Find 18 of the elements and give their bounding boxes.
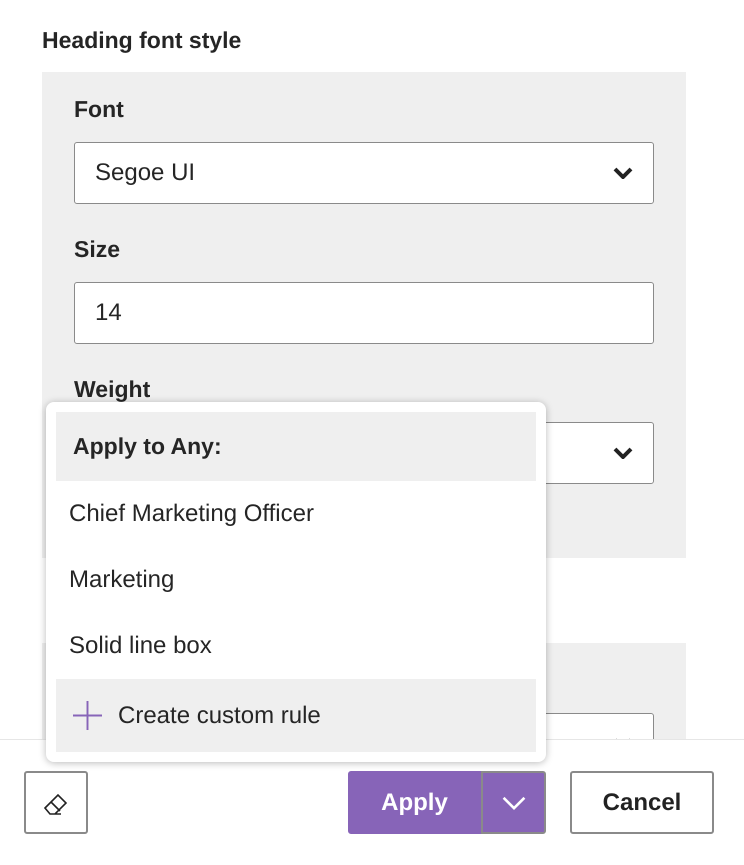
dropdown-field[interactable]: Segoe UI	[74, 142, 654, 204]
apply-options-button[interactable]	[481, 771, 546, 834]
chevron-down-icon	[613, 167, 633, 179]
menu-item[interactable]: Marketing	[56, 547, 536, 613]
section-heading: Heading font style	[42, 26, 242, 55]
chevron-down-icon	[500, 794, 526, 810]
cancel-button[interactable]: Cancel	[570, 771, 714, 834]
menu-item[interactable]: Solid line box	[56, 613, 536, 679]
menu-header: Apply to Any:	[56, 412, 536, 481]
menu-item[interactable]: Chief Marketing Officer	[56, 481, 536, 547]
chevron-down-icon	[613, 447, 633, 459]
field-label: Weight	[74, 375, 152, 404]
input-field[interactable]: 14	[74, 282, 654, 344]
field-label: Font	[74, 95, 125, 124]
clear-button[interactable]	[24, 771, 88, 834]
apply-button[interactable]: Apply	[348, 771, 481, 834]
field-label: Size	[74, 235, 122, 264]
plus-icon	[73, 701, 102, 730]
